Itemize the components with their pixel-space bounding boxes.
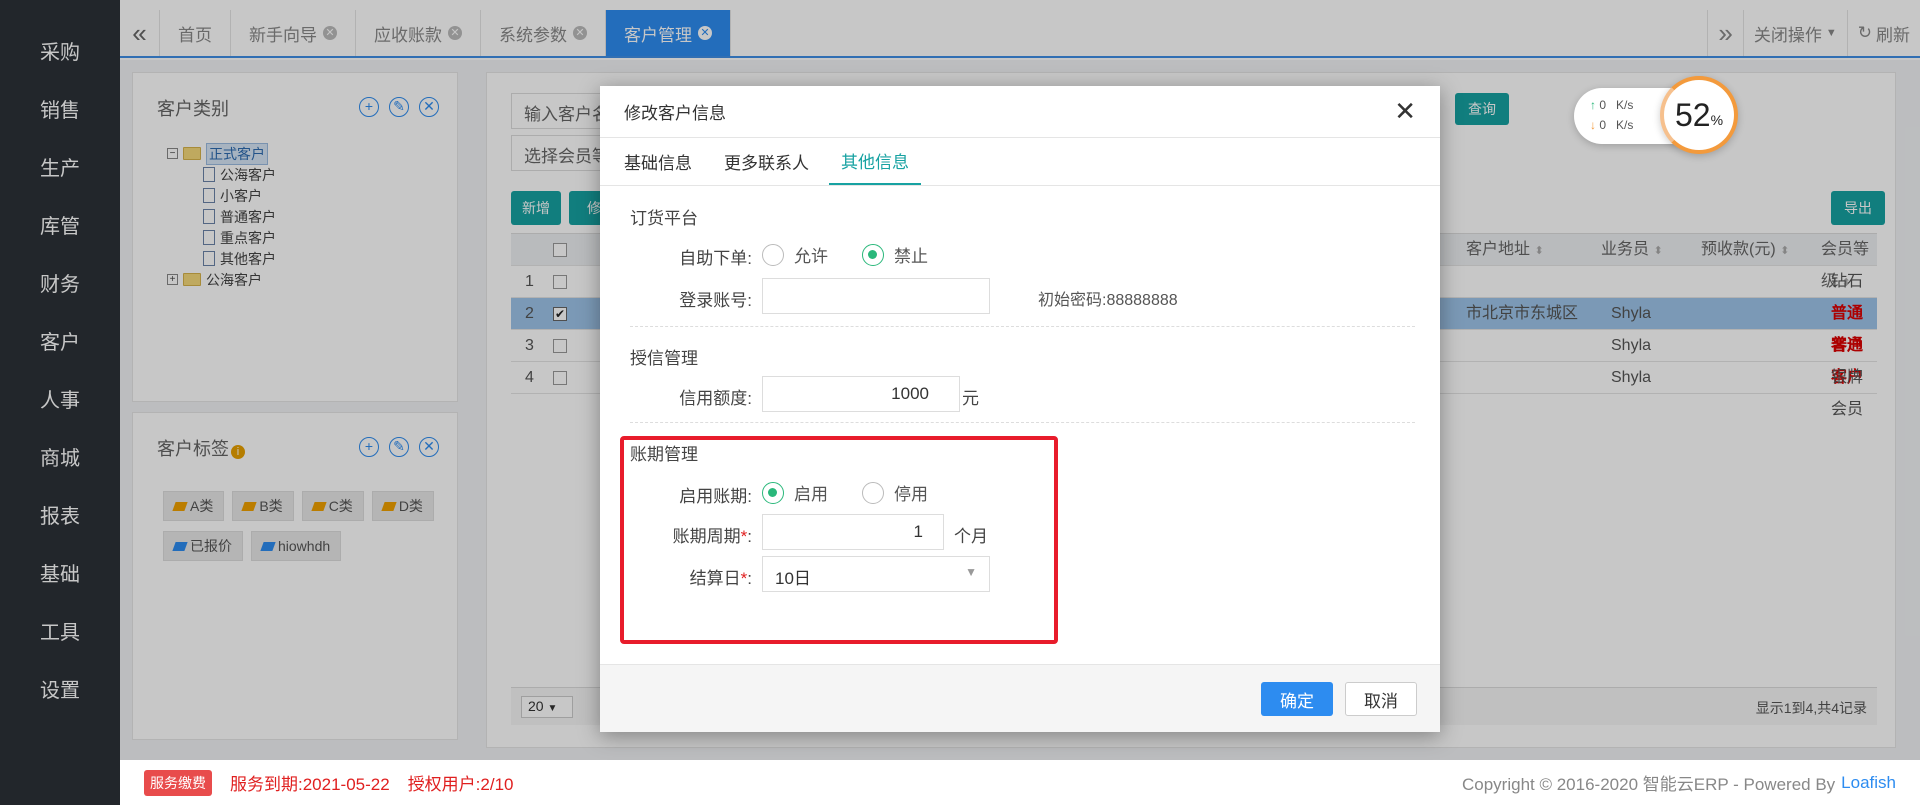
percent-sign: % [1710, 112, 1724, 128]
copyright-text: Copyright © 2016-2020 智能云ERP - Powered B… [1462, 775, 1836, 794]
licensed-users-text: 授权用户:2/10 [407, 775, 514, 794]
radio-label: 禁止 [894, 247, 928, 266]
memory-usage-ring[interactable]: 52% [1660, 76, 1738, 154]
divider [630, 326, 1415, 327]
modal-footer: 确定 取消 [600, 664, 1440, 732]
radio-allow[interactable]: 允许 [762, 242, 828, 267]
close-icon[interactable]: ✕ [1394, 96, 1416, 127]
login-account-input[interactable] [762, 278, 990, 314]
section-title-order-platform: 订货平台 [630, 209, 698, 228]
confirm-button[interactable]: 确定 [1261, 682, 1333, 716]
section-title-credit: 授信管理 [630, 349, 698, 368]
tab-more-contacts[interactable]: 更多联系人 [712, 138, 821, 185]
tab-other-info[interactable]: 其他信息 [829, 138, 921, 185]
self-order-label: 自助下单: [679, 249, 752, 268]
upload-value: 0 [1599, 98, 1607, 112]
radio-forbid[interactable]: 禁止 [862, 242, 928, 267]
modal-header: 修改客户信息 ✕ [600, 86, 1440, 138]
credit-limit-input[interactable]: 1000 [762, 376, 960, 412]
speed-unit: K/s [1616, 118, 1634, 132]
arrow-down-icon: ↓ [1590, 118, 1596, 132]
credit-limit-label: 信用额度: [679, 389, 752, 408]
upload-speed: ↑ 0 K/s [1590, 98, 1633, 112]
memory-percent: 52 [1674, 96, 1711, 133]
tab-basic-info[interactable]: 基础信息 [612, 138, 704, 185]
footer-bar: 服务缴费 服务到期:2021-05-22 授权用户:2/10 Copyright… [120, 760, 1920, 805]
divider [630, 422, 1415, 423]
credit-unit: 元 [962, 389, 979, 408]
login-account-label: 登录账号: [679, 291, 752, 310]
radio-label: 允许 [794, 247, 828, 266]
brand-link[interactable]: Loafish [1841, 773, 1896, 793]
arrow-up-icon: ↑ [1590, 98, 1596, 112]
radio-circle [762, 243, 784, 266]
radio-circle-selected [862, 243, 884, 266]
modal-tabs: 基础信息 更多联系人 其他信息 [600, 138, 1440, 186]
cancel-button[interactable]: 取消 [1345, 682, 1417, 716]
service-expire-text: 服务到期:2021-05-22 [230, 775, 390, 794]
modal-title: 修改客户信息 [624, 104, 726, 123]
speed-unit: K/s [1616, 98, 1634, 112]
service-payment-badge[interactable]: 服务缴费 [144, 769, 212, 796]
initial-password-text: 初始密码:88888888 [1038, 292, 1178, 309]
download-value: 0 [1599, 118, 1607, 132]
highlight-box [620, 436, 1058, 644]
download-speed: ↓ 0 K/s [1590, 118, 1633, 132]
